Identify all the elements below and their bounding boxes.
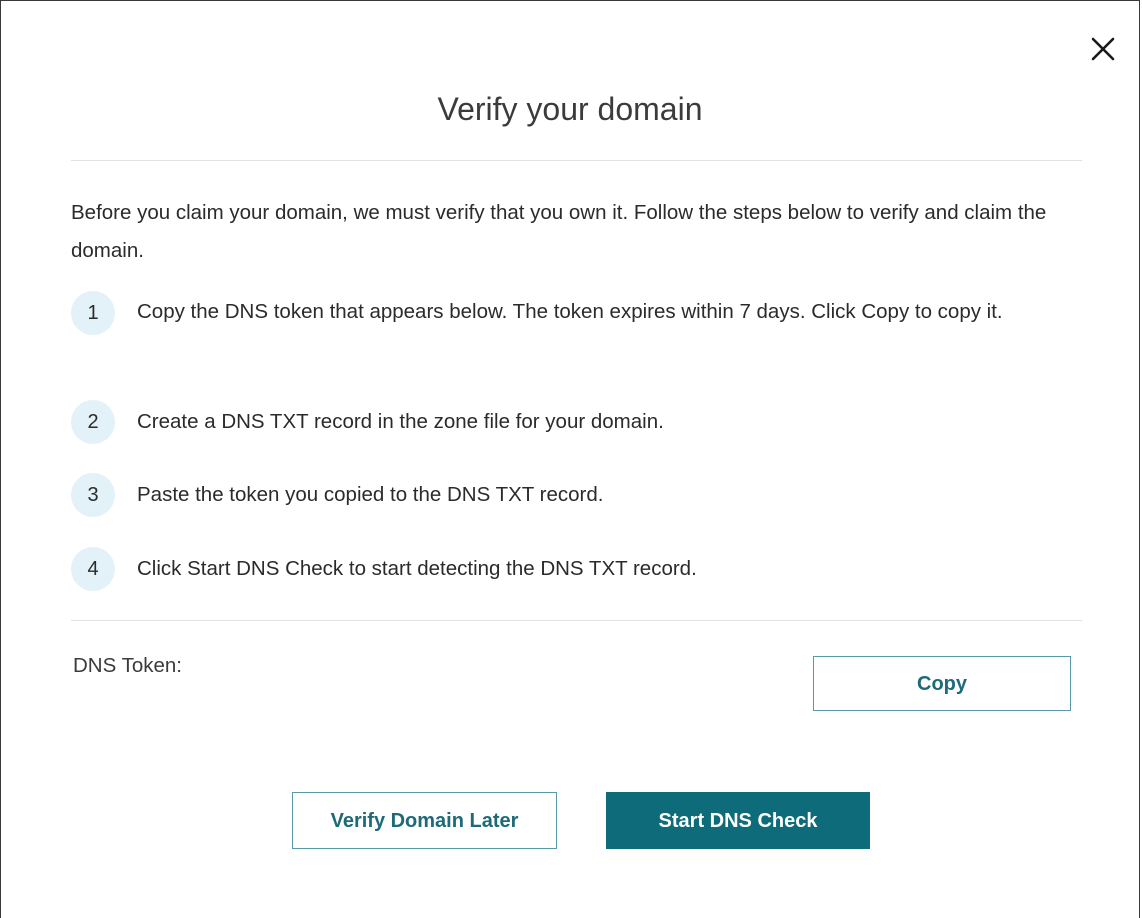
step-text: Click Start DNS Check to start detecting… bbox=[137, 557, 697, 580]
step-1: 1 Copy the DNS token that appears below. … bbox=[71, 291, 1091, 335]
step-text: Paste the token you copied to the DNS TX… bbox=[137, 483, 604, 506]
step-text: Create a DNS TXT record in the zone file… bbox=[137, 410, 664, 433]
title-divider bbox=[71, 160, 1082, 161]
step-number-badge: 2 bbox=[71, 400, 115, 444]
step-number-badge: 1 bbox=[71, 291, 115, 335]
close-icon bbox=[1091, 37, 1115, 61]
close-button[interactable] bbox=[1089, 35, 1117, 63]
step-number-badge: 4 bbox=[71, 547, 115, 591]
dns-token-label: DNS Token: bbox=[73, 654, 183, 677]
token-divider bbox=[71, 620, 1082, 621]
verify-domain-later-button[interactable]: Verify Domain Later bbox=[292, 792, 557, 849]
dialog-title: Verify your domain bbox=[437, 91, 703, 127]
step-3: 3 Paste the token you copied to the DNS T… bbox=[71, 473, 1091, 517]
start-dns-check-button[interactable]: Start DNS Check bbox=[606, 792, 870, 849]
copy-button[interactable]: Copy bbox=[813, 656, 1071, 711]
step-number-badge: 3 bbox=[71, 473, 115, 517]
step-4: 4 Click Start DNS Check to start detectin… bbox=[71, 547, 1091, 591]
step-2: 2 Create a DNS TXT record in the zone fil… bbox=[71, 400, 1091, 444]
step-text: Copy the DNS token that appears below. T… bbox=[137, 300, 1003, 323]
verify-domain-dialog: Verify your domain Before you claim your… bbox=[0, 0, 1140, 918]
intro-text: Before you claim your domain, we must ve… bbox=[71, 201, 1047, 262]
